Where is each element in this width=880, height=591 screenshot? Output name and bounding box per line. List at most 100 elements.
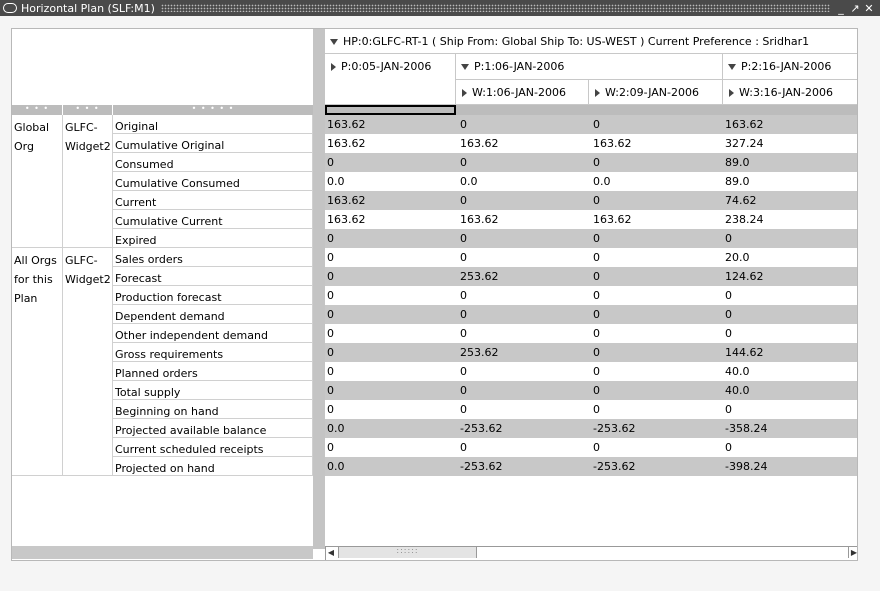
data-cell[interactable]: 0: [591, 286, 723, 305]
data-cell[interactable]: 89.0: [723, 153, 857, 172]
data-cell[interactable]: 0: [325, 229, 458, 248]
horizontal-scrollbar[interactable]: ◀ :::::: ▶: [325, 546, 857, 560]
window-titlebar[interactable]: Horizontal Plan (SLF:M1) _ ↗ ✕: [0, 0, 880, 16]
data-cell[interactable]: 0: [591, 267, 723, 286]
data-cell[interactable]: 124.62: [723, 267, 857, 286]
data-cell[interactable]: 0: [458, 115, 591, 134]
data-cell[interactable]: 0: [591, 115, 723, 134]
collapse-triangle-icon[interactable]: [330, 38, 338, 45]
maximize-icon[interactable]: ↗: [850, 3, 860, 14]
data-cell[interactable]: 327.24: [723, 134, 857, 153]
period-header-2[interactable]: P:2:16-JAN-2006: [723, 54, 857, 80]
collapse-triangle-icon[interactable]: [728, 63, 736, 70]
data-cell[interactable]: 40.0: [723, 381, 857, 400]
data-cell[interactable]: 0: [723, 400, 857, 419]
data-cell[interactable]: 0: [458, 438, 591, 457]
vertical-splitter[interactable]: [313, 29, 325, 549]
data-cell[interactable]: 0: [591, 191, 723, 210]
expand-triangle-icon[interactable]: [729, 88, 734, 97]
data-cell[interactable]: 0: [591, 381, 723, 400]
data-cell[interactable]: 0.0: [325, 172, 458, 191]
data-cell[interactable]: -253.62: [591, 457, 723, 476]
data-cell[interactable]: 163.62: [458, 210, 591, 229]
data-cell[interactable]: 0: [723, 305, 857, 324]
data-cell[interactable]: -253.62: [458, 419, 591, 438]
week-header-0[interactable]: W:1:06-JAN-2006: [456, 80, 589, 105]
data-cell[interactable]: 0: [458, 305, 591, 324]
data-cell[interactable]: 0: [325, 153, 458, 172]
data-cell[interactable]: 0: [458, 362, 591, 381]
data-cell[interactable]: 0: [458, 400, 591, 419]
collapse-triangle-icon[interactable]: [461, 63, 469, 70]
data-cell[interactable]: 163.62: [723, 115, 857, 134]
period-header-0[interactable]: P:0:05-JAN-2006: [325, 54, 456, 105]
data-cell[interactable]: 0: [325, 248, 458, 267]
data-cell[interactable]: 0: [458, 191, 591, 210]
data-cell[interactable]: 0: [723, 286, 857, 305]
data-cell[interactable]: 0: [325, 400, 458, 419]
period-header-1[interactable]: P:1:06-JAN-2006: [456, 54, 723, 80]
close-icon[interactable]: ✕: [864, 3, 874, 14]
data-cell[interactable]: 74.62: [723, 191, 857, 210]
data-cell[interactable]: 0: [591, 153, 723, 172]
data-cell[interactable]: 163.62: [325, 191, 458, 210]
data-cell[interactable]: 0: [325, 324, 458, 343]
data-cell[interactable]: 163.62: [325, 134, 458, 153]
data-cell[interactable]: 163.62: [325, 210, 458, 229]
data-cell[interactable]: 163.62: [325, 115, 458, 134]
data-cell[interactable]: 0: [458, 153, 591, 172]
data-cell[interactable]: 20.0: [723, 248, 857, 267]
data-cell[interactable]: 0: [325, 286, 458, 305]
data-cell[interactable]: 0.0: [458, 172, 591, 191]
data-cell[interactable]: 0: [325, 267, 458, 286]
data-cell[interactable]: 0: [325, 305, 458, 324]
data-cell[interactable]: -398.24: [723, 457, 857, 476]
selected-cell[interactable]: [325, 105, 456, 115]
column-resize-handle[interactable]: • • •: [12, 105, 62, 115]
data-cell[interactable]: 0: [591, 362, 723, 381]
data-cell[interactable]: 89.0: [723, 172, 857, 191]
data-cell[interactable]: 253.62: [458, 343, 591, 362]
data-cell[interactable]: 0: [591, 438, 723, 457]
data-cell[interactable]: 253.62: [458, 267, 591, 286]
data-cell[interactable]: 0: [723, 229, 857, 248]
data-cell[interactable]: -253.62: [458, 457, 591, 476]
data-cell[interactable]: 0: [591, 229, 723, 248]
data-cell[interactable]: 0: [591, 305, 723, 324]
data-cell[interactable]: 0: [458, 286, 591, 305]
scroll-right-icon[interactable]: ▶: [848, 547, 857, 558]
column-resize-handle[interactable]: • • • • •: [113, 105, 313, 115]
data-cell[interactable]: 0: [325, 362, 458, 381]
data-cell[interactable]: 163.62: [458, 134, 591, 153]
data-cell[interactable]: 144.62: [723, 343, 857, 362]
plan-header[interactable]: HP:0:GLFC-RT-1 ( Ship From: Global Ship …: [325, 29, 857, 54]
expand-triangle-icon[interactable]: [595, 88, 600, 97]
expand-triangle-icon[interactable]: [331, 62, 336, 71]
data-cell[interactable]: 0: [458, 381, 591, 400]
minimize-icon[interactable]: _: [836, 3, 846, 14]
data-cell[interactable]: -253.62: [591, 419, 723, 438]
data-cell[interactable]: -358.24: [723, 419, 857, 438]
window-menu-icon[interactable]: [3, 3, 17, 13]
data-cell[interactable]: 0: [723, 438, 857, 457]
data-cell[interactable]: 0: [591, 343, 723, 362]
data-cell[interactable]: 238.24: [723, 210, 857, 229]
data-cell[interactable]: 0.0: [325, 457, 458, 476]
expand-triangle-icon[interactable]: [462, 88, 467, 97]
data-cell[interactable]: 0.0: [325, 419, 458, 438]
data-cell[interactable]: 0: [325, 381, 458, 400]
data-cell[interactable]: 0: [591, 248, 723, 267]
week-header-1[interactable]: W:2:09-JAN-2006: [589, 80, 723, 105]
scroll-left-icon[interactable]: ◀: [326, 547, 336, 558]
data-cell[interactable]: 163.62: [591, 134, 723, 153]
scroll-thumb[interactable]: ::::::: [338, 547, 477, 558]
data-cell[interactable]: 0: [458, 248, 591, 267]
data-cell[interactable]: 0: [723, 324, 857, 343]
data-cell[interactable]: 0: [591, 324, 723, 343]
data-cell[interactable]: 40.0: [723, 362, 857, 381]
data-cell[interactable]: 0: [325, 343, 458, 362]
column-resize-handle[interactable]: • • •: [63, 105, 112, 115]
data-cell[interactable]: 0: [325, 438, 458, 457]
data-cell[interactable]: 0.0: [591, 172, 723, 191]
data-cell[interactable]: 0: [458, 229, 591, 248]
